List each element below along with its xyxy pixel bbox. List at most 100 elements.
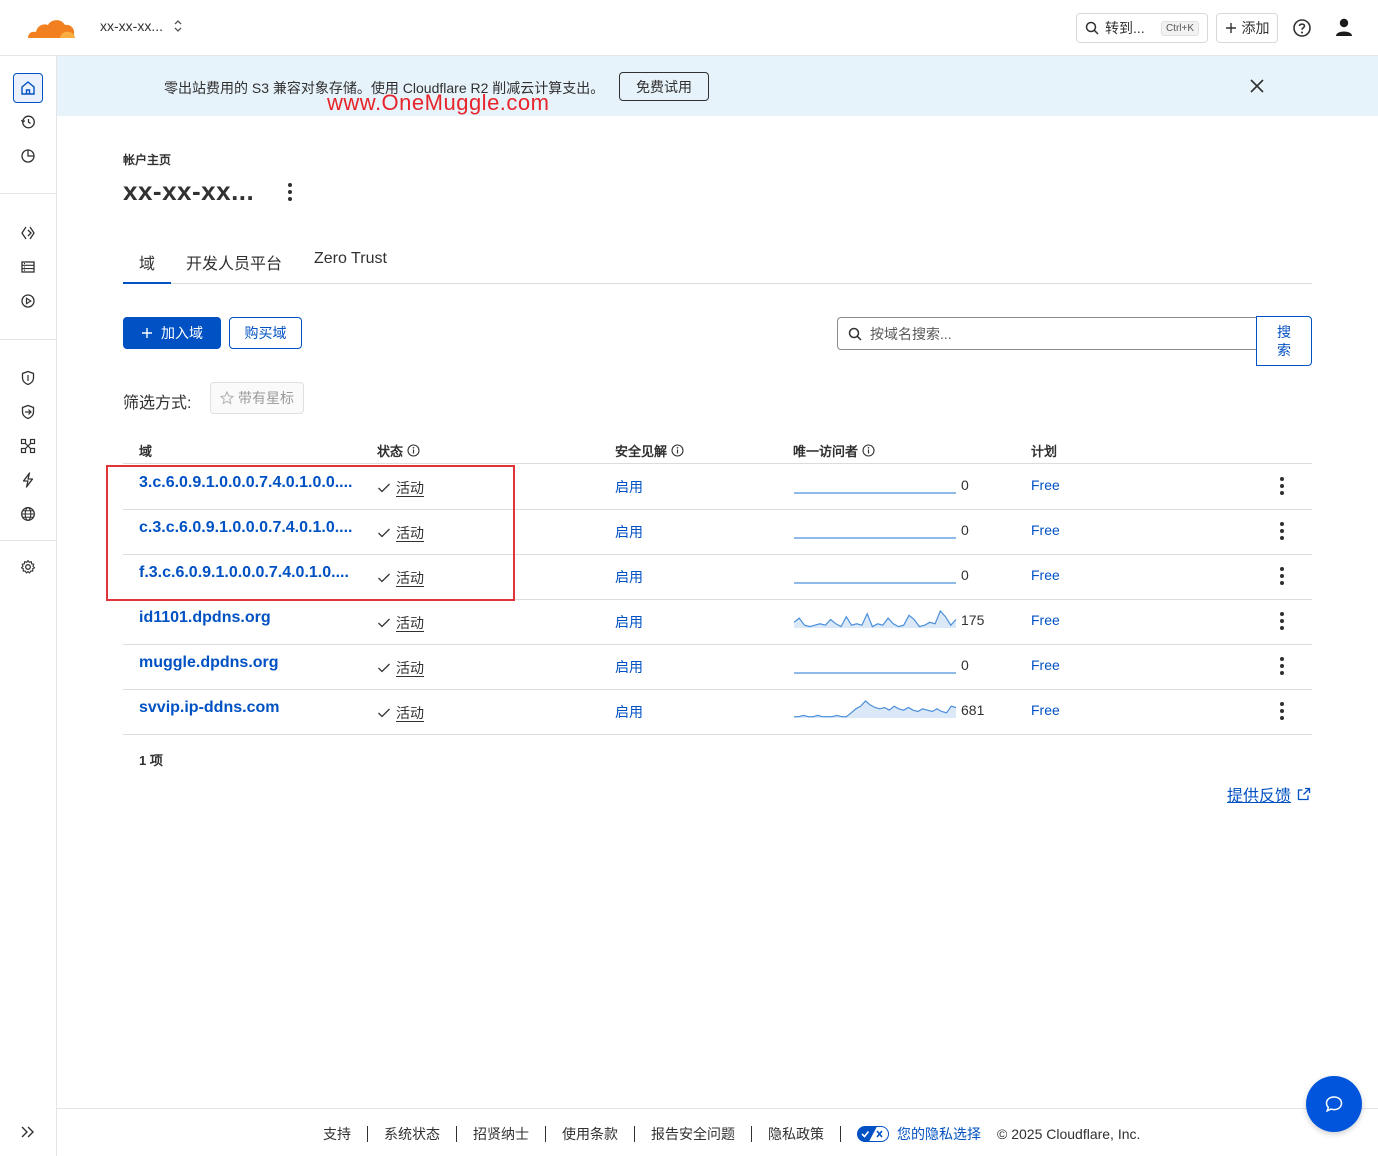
sidebar-domains[interactable] (14, 500, 42, 528)
feedback-link[interactable]: 提供反馈 (1227, 782, 1311, 806)
chat-button[interactable] (1306, 1076, 1362, 1132)
column-header-status[interactable]: 状态 (377, 441, 420, 460)
kebab-menu-icon[interactable] (1273, 609, 1291, 633)
goto-button[interactable]: 转到... Ctrl+K (1076, 13, 1208, 43)
kebab-menu-icon[interactable] (280, 180, 300, 204)
status-text[interactable]: 活动 (396, 613, 424, 633)
footer-links: 支持 系统状态 招贤纳士 使用条款 报告安全问题 隐私政策 您的隐私选择 © 2025 Clo… (323, 1124, 1140, 1144)
info-icon[interactable] (862, 444, 875, 457)
footer-link[interactable]: 使用条款 (546, 1126, 635, 1142)
sidebar-home[interactable] (13, 73, 43, 103)
domain-search-input[interactable] (870, 325, 1250, 342)
plan-link[interactable]: Free (1031, 567, 1060, 583)
column-header-domain[interactable]: 域 (139, 441, 152, 460)
cloudflare-logo-icon[interactable] (24, 14, 78, 42)
promo-banner: 零出站费用的 S3 兼容对象存储。使用 Cloudflare R2 削减云计算支… (57, 56, 1378, 116)
filter-label: 筛选方式: (123, 395, 192, 412)
security-insight-link[interactable]: 启用 (615, 702, 643, 722)
column-header-visitors[interactable]: 唯一访问者 (793, 441, 875, 460)
visitors-sparkline (794, 700, 957, 718)
visitors-sparkline (793, 609, 957, 628)
plan-link[interactable]: Free (1031, 612, 1060, 628)
top-bar: xx-xx-xx... 转到... Ctrl+K 添加 (0, 0, 1378, 56)
sidebar-recent[interactable] (14, 108, 42, 136)
sidebar-divider (0, 339, 57, 340)
security-insight-link[interactable]: 启用 (615, 567, 643, 587)
sidebar-workers[interactable] (14, 219, 42, 247)
footer-link[interactable]: 隐私政策 (752, 1126, 841, 1142)
sidebar (0, 56, 57, 1156)
play-circle-icon (21, 294, 35, 308)
sidebar-stream[interactable] (14, 287, 42, 315)
column-header-plan[interactable]: 计划 (1031, 441, 1057, 460)
add-button[interactable]: 添加 (1216, 13, 1278, 43)
sidebar-settings[interactable] (14, 553, 42, 581)
sidebar-storage[interactable] (14, 253, 42, 281)
double-chevron-right-icon[interactable] (18, 1122, 38, 1142)
feedback-label: 提供反馈 (1227, 788, 1292, 805)
checkmark-icon (378, 618, 390, 628)
kebab-menu-icon[interactable] (1273, 564, 1291, 588)
plan-link[interactable]: Free (1031, 657, 1060, 673)
buy-domain-button[interactable]: 购买域 (229, 317, 302, 349)
kebab-menu-icon[interactable] (1273, 654, 1291, 678)
info-icon[interactable] (671, 444, 684, 457)
starred-filter-button[interactable]: 带有星标 (210, 382, 304, 414)
info-icon[interactable] (407, 444, 420, 457)
status-text[interactable]: 活动 (396, 703, 424, 723)
domain-search-field[interactable] (837, 317, 1257, 350)
footer-link[interactable]: 报告安全问题 (635, 1126, 752, 1142)
plan-link[interactable]: Free (1031, 477, 1060, 493)
tab-zero-trust[interactable]: Zero Trust (314, 250, 387, 284)
footer-link[interactable]: 招贤纳士 (457, 1126, 546, 1142)
starred-filter-label: 带有星标 (238, 390, 294, 406)
sidebar-speed[interactable] (14, 466, 42, 494)
gear-icon (20, 559, 36, 574)
red-highlight-box (106, 465, 515, 601)
copyright-text: © 2025 Cloudflare, Inc. (997, 1126, 1141, 1142)
status-cell: 活动 (377, 658, 424, 678)
plus-icon (1225, 23, 1236, 33)
table-row: muggle.dpdns.org 活动 启用 0 Free (123, 644, 1312, 689)
visitor-count: 681 (961, 702, 985, 718)
kebab-menu-icon[interactable] (1273, 519, 1291, 543)
footer-link[interactable]: 系统状态 (368, 1126, 457, 1142)
plan-link[interactable]: Free (1031, 522, 1060, 538)
footer-link[interactable]: 支持 (323, 1126, 368, 1142)
security-insight-link[interactable]: 启用 (615, 612, 643, 632)
page-title: xx-xx-xx... (123, 176, 255, 206)
sidebar-zero-trust[interactable] (14, 398, 42, 426)
plan-link[interactable]: Free (1031, 702, 1060, 718)
security-insight-link[interactable]: 启用 (615, 522, 643, 542)
sidebar-network[interactable] (14, 432, 42, 460)
table-row: id1101.dpdns.org 活动 启用 175 Free (123, 599, 1312, 644)
search-button[interactable]: 搜索 (1256, 316, 1312, 366)
help-icon[interactable] (1292, 18, 1312, 38)
visitors-sparkline (794, 582, 956, 584)
kebab-menu-icon[interactable] (1273, 474, 1291, 498)
status-text[interactable]: 活动 (396, 658, 424, 678)
column-header-insight[interactable]: 安全见解 (615, 441, 684, 460)
account-switcher[interactable]: xx-xx-xx... (100, 18, 183, 34)
tab-domains[interactable]: 域 (123, 250, 171, 284)
domain-link[interactable]: id1101.dpdns.org (139, 609, 271, 627)
status-cell: 活动 (377, 703, 424, 723)
home-icon (21, 81, 35, 95)
privacy-choices-link[interactable]: 您的隐私选择 (841, 1124, 997, 1144)
free-trial-button[interactable]: 免费试用 (619, 72, 709, 101)
breadcrumb[interactable]: 帐户主页 (123, 151, 171, 168)
domain-link[interactable]: svvip.ip-ddns.com (139, 699, 279, 717)
chat-bubble-icon (1325, 1096, 1343, 1113)
close-icon[interactable] (1247, 76, 1267, 96)
external-link-icon (1297, 787, 1311, 801)
security-insight-link[interactable]: 启用 (615, 477, 643, 497)
tab-developer-platform[interactable]: 开发人员平台 (186, 250, 282, 284)
sidebar-security[interactable] (14, 364, 42, 392)
sidebar-analytics[interactable] (14, 142, 42, 170)
user-icon[interactable] (1334, 17, 1354, 37)
add-domain-button[interactable]: 加入域 (123, 317, 221, 349)
kebab-menu-icon[interactable] (1273, 699, 1291, 723)
domain-link[interactable]: muggle.dpdns.org (139, 654, 279, 672)
security-insight-link[interactable]: 启用 (615, 657, 643, 677)
privacy-choices-label: 您的隐私选择 (897, 1126, 981, 1142)
